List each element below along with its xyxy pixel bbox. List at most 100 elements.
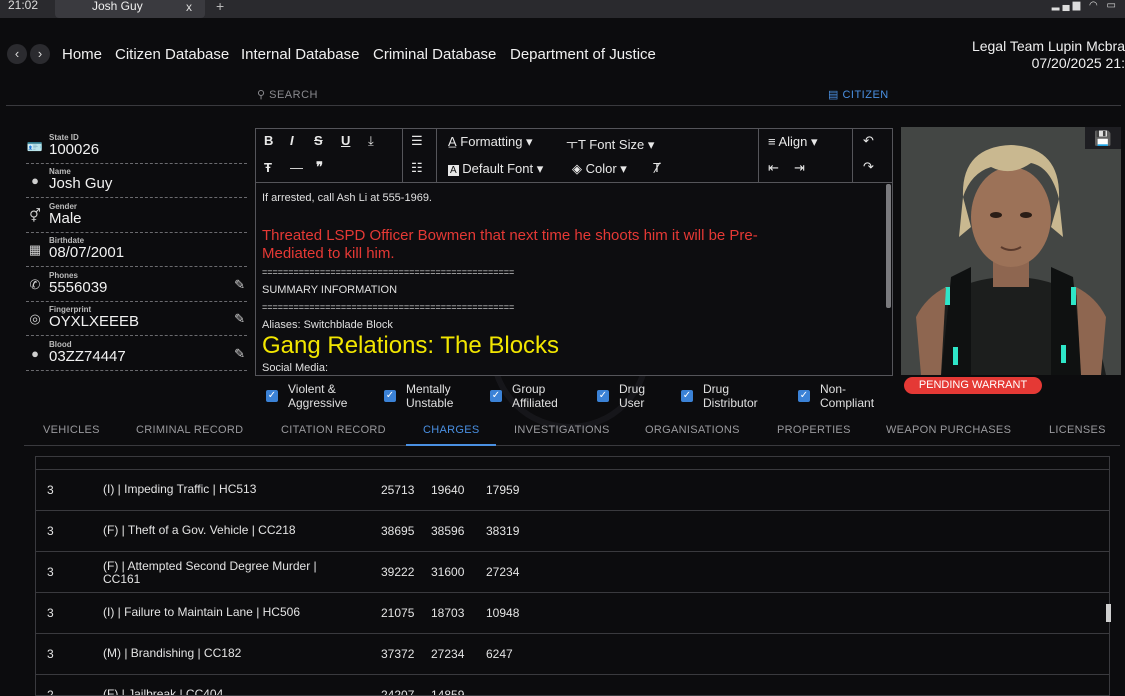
profile-field: ◎ Fingerprint OYXLXEEEB ✎ — [26, 303, 247, 336]
save-icon[interactable]: 💾 — [1085, 127, 1121, 149]
nav-link-internal-database[interactable]: Internal Database — [241, 46, 359, 63]
charge-count: 3 — [47, 606, 54, 620]
flag-label: Non- Compliant — [820, 382, 875, 410]
formatting-dropdown[interactable]: A̲ Formatting ▾ — [448, 134, 533, 150]
font-size-dropdown[interactable]: ㅜT Font Size ▾ — [566, 134, 654, 153]
field-value: 08/07/2001 — [49, 244, 125, 261]
phone-icon: ✆ — [29, 277, 41, 292]
flag-label: Group Affiliated — [512, 382, 558, 410]
table-row[interactable]: 3 (M) | Brandishing | CC182 37372 27234 6247 — [36, 634, 1109, 675]
tab-criminal-record[interactable]: CRIMINAL RECORD — [136, 424, 243, 436]
field-value: 5556039 — [49, 279, 108, 296]
user-name: Legal Team Lupin Mcbra — [971, 38, 1125, 54]
charge-value-a: 37372 — [381, 647, 415, 661]
browser-tab-strip: 21:02 Josh Guy x + ▂▄▆ ◠ ▭ — [0, 0, 1125, 18]
tab-weapon-purchases[interactable]: WEAPON PURCHASES — [886, 424, 1011, 436]
clear-format-icon[interactable]: Ⱦ — [653, 160, 661, 175]
charge-value-b: 31600 — [431, 565, 465, 579]
close-tab-button[interactable]: x — [186, 1, 192, 13]
table-row[interactable]: 3 (I) | Failure to Maintain Lane | HC506 2… — [36, 593, 1109, 634]
table-scrollbar[interactable] — [1106, 604, 1111, 622]
field-value: 03ZZ74447 — [49, 348, 126, 365]
charge-value-a: 25713 — [381, 483, 415, 497]
bold-icon[interactable]: B — [264, 133, 273, 148]
profile-field: ▦ Birthdate 08/07/2001 — [26, 234, 247, 267]
font-size-icon: ㅜT — [566, 137, 590, 152]
charge-value-b: 27234 — [431, 647, 465, 661]
tab-licenses[interactable]: LICENSES — [1049, 424, 1106, 436]
tab-organisations[interactable]: ORGANISATIONS — [645, 424, 740, 436]
field-value: Male — [49, 210, 82, 227]
editor-content[interactable]: If arrested, call Ash Li at 555-1969. Th… — [262, 189, 882, 375]
bullet-list-icon[interactable]: ☰ — [411, 133, 423, 149]
browser-tab[interactable]: Josh Guy x — [55, 0, 205, 18]
nav-link-citizen-database[interactable]: Citizen Database — [115, 46, 229, 63]
default-font-label: Default Font — [462, 161, 534, 176]
tab-charges[interactable]: CHARGES — [423, 424, 480, 436]
citizen-photo[interactable]: 💾 — [901, 127, 1121, 375]
outdent-icon[interactable]: ⇤ — [768, 160, 779, 176]
browser-tab-title: Josh Guy — [92, 0, 143, 13]
undo-icon[interactable]: ↶ — [863, 133, 874, 149]
tab-vehicles[interactable]: VEHICLES — [43, 424, 100, 436]
gender-icon: ⚥ — [29, 208, 41, 223]
forward-button[interactable]: › — [30, 44, 50, 64]
edit-icon[interactable]: ✎ — [234, 311, 245, 327]
checkbox-icon[interactable]: ✓ — [384, 390, 396, 402]
search-icon: ⚲ — [257, 89, 270, 101]
quote-icon[interactable]: ❞ — [316, 159, 323, 175]
table-row-partial — [36, 457, 1109, 470]
strikethrough-icon[interactable]: S — [314, 133, 323, 148]
tab-investigations[interactable]: INVESTIGATIONS — [514, 424, 610, 436]
nav-link-criminal-database[interactable]: Criminal Database — [373, 46, 496, 63]
redo-icon[interactable]: ↷ — [863, 159, 874, 175]
table-row[interactable]: 3 (I) | Impeding Traffic | HC513 25713 1964… — [36, 470, 1109, 511]
charge-count: 3 — [47, 483, 54, 497]
field-value: OYXLXEEEB — [49, 313, 140, 330]
horizontal-rule-icon[interactable]: — — [290, 160, 303, 175]
nav-link-department-of-justice[interactable]: Department of Justice — [510, 46, 656, 63]
underline-icon[interactable]: U — [341, 133, 350, 148]
current-datetime: 07/20/2025 21: — [1031, 55, 1125, 71]
charge-value-c: 38319 — [486, 524, 520, 538]
citizen-tab[interactable]: ▤ CITIZEN — [828, 88, 889, 101]
editor-scrollbar[interactable] — [886, 184, 891, 308]
checkbox-icon[interactable]: ✓ — [490, 390, 502, 402]
tab-properties[interactable]: PROPERTIES — [777, 424, 851, 436]
charge-value-b: 14859 — [431, 688, 465, 696]
person-icon: ● — [31, 173, 39, 188]
indent-icon[interactable]: ⇥ — [794, 160, 805, 176]
edit-icon[interactable]: ✎ — [234, 277, 245, 293]
back-button[interactable]: ‹ — [7, 44, 27, 64]
default-font-dropdown[interactable]: A Default Font ▾ — [448, 161, 543, 177]
charge-value-a: 39222 — [381, 565, 415, 579]
table-row[interactable]: 3 (F) | Theft of a Gov. Vehicle | CC218 38… — [36, 511, 1109, 552]
charge-value-b: 18703 — [431, 606, 465, 620]
flag-label: Violent & Aggressive — [288, 382, 348, 410]
text-type-icon[interactable]: Ŧ — [264, 160, 272, 175]
edit-icon[interactable]: ✎ — [234, 346, 245, 362]
align-label: Align — [778, 134, 808, 149]
table-row[interactable]: 2 (F) | Jailbreak | CC404 24207 14859 — [36, 675, 1109, 696]
checkbox-icon[interactable]: ✓ — [798, 390, 810, 402]
table-row[interactable]: 3 (F) | Attempted Second Degree Murder | … — [36, 552, 1109, 593]
profile-field: ✆ Phones 5556039 ✎ — [26, 269, 247, 302]
align-dropdown[interactable]: ≡ Align ▾ — [768, 134, 818, 150]
checkbox-icon[interactable]: ✓ — [681, 390, 693, 402]
charge-count: 2 — [47, 688, 54, 696]
search-tab[interactable]: ⚲ SEARCH — [257, 88, 318, 101]
numbered-list-icon[interactable]: ☷ — [411, 160, 423, 176]
checkbox-icon[interactable]: ✓ — [266, 390, 278, 402]
nav-link-home[interactable]: Home — [62, 46, 102, 63]
checkbox-icon[interactable]: ✓ — [597, 390, 609, 402]
color-dropdown[interactable]: ◈ Color ▾ — [572, 161, 627, 177]
tab-citation-record[interactable]: CITATION RECORD — [281, 424, 386, 436]
flag-label: Mentally Unstable — [406, 382, 454, 410]
pending-warrant-badge: PENDING WARRANT — [904, 377, 1042, 394]
charge-value-b: 38596 — [431, 524, 465, 538]
italic-icon[interactable]: I — [290, 133, 294, 148]
charge-count: 3 — [47, 647, 54, 661]
charge-value-b: 19640 — [431, 483, 465, 497]
new-tab-button[interactable]: + — [216, 0, 224, 14]
subscript-icon[interactable]: ⤓ — [368, 133, 374, 149]
